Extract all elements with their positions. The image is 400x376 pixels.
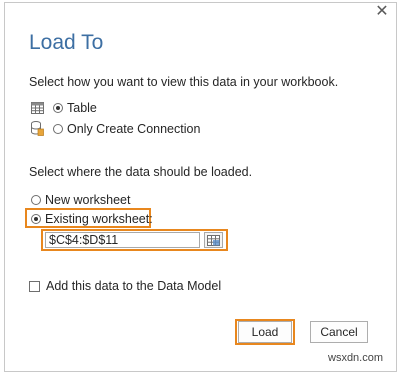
view-prompt: Select how you want to view this data in… bbox=[29, 75, 339, 89]
data-model-option[interactable]: Add this data to the Data Model bbox=[29, 279, 221, 293]
existing-worksheet-label: Existing worksheet: bbox=[45, 212, 153, 226]
new-worksheet-label: New worksheet bbox=[45, 193, 131, 207]
close-icon[interactable]: ✕ bbox=[374, 4, 390, 20]
table-icon bbox=[31, 102, 44, 114]
new-worksheet-radio[interactable] bbox=[31, 195, 41, 205]
only-create-connection-radio[interactable] bbox=[53, 123, 63, 134]
existing-worksheet-radio[interactable] bbox=[31, 214, 41, 224]
option-table[interactable]: Table bbox=[31, 101, 97, 115]
option-only-create-connection[interactable]: Only Create Connection bbox=[31, 121, 200, 136]
range-selector-button[interactable] bbox=[204, 232, 223, 248]
connection-icon bbox=[31, 121, 44, 136]
option-existing-worksheet[interactable]: Existing worksheet: bbox=[31, 212, 153, 226]
dialog-title: Load To bbox=[29, 31, 104, 54]
table-radio[interactable] bbox=[53, 103, 63, 113]
load-button[interactable]: Load bbox=[238, 321, 292, 343]
option-new-worksheet[interactable]: New worksheet bbox=[31, 193, 130, 207]
watermark: wsxdn.com bbox=[328, 352, 384, 364]
table-label: Table bbox=[67, 101, 97, 115]
data-model-label: Add this data to the Data Model bbox=[46, 279, 222, 293]
range-input[interactable]: $C$4:$D$11 bbox=[45, 232, 200, 248]
cancel-button[interactable]: Cancel bbox=[310, 321, 368, 343]
only-create-connection-label: Only Create Connection bbox=[67, 121, 201, 136]
data-model-checkbox[interactable] bbox=[29, 280, 40, 292]
load-to-dialog bbox=[4, 2, 397, 372]
range-selector-icon bbox=[207, 234, 220, 246]
location-prompt: Select where the data should be loaded. bbox=[29, 165, 253, 179]
